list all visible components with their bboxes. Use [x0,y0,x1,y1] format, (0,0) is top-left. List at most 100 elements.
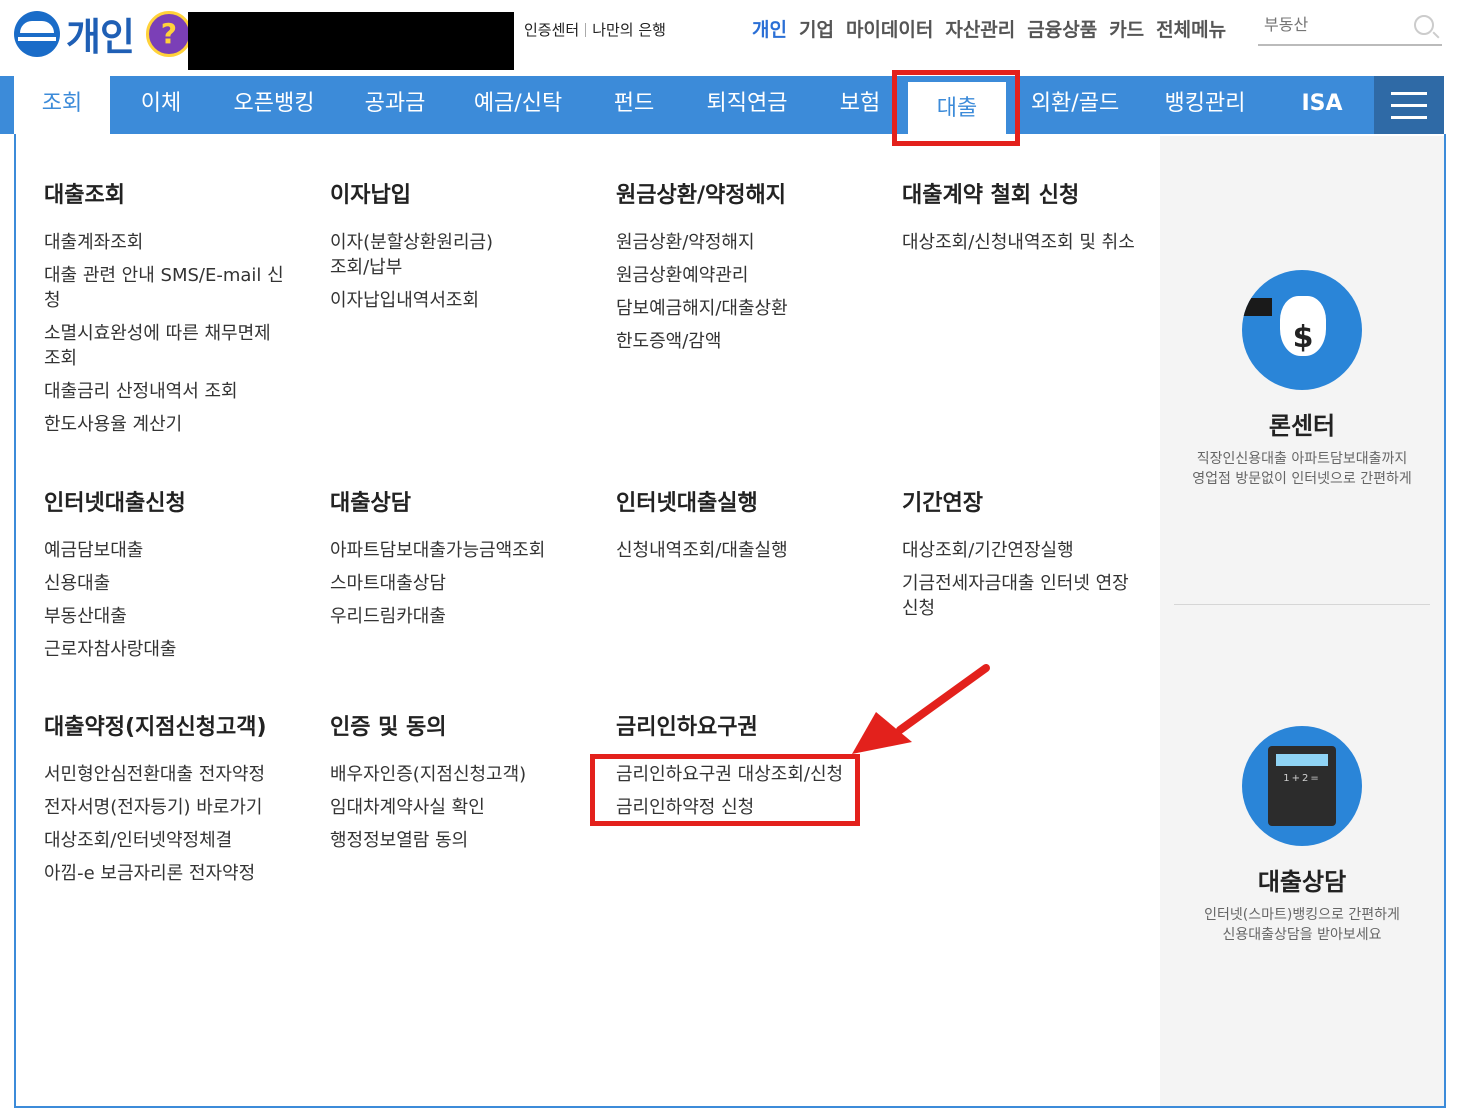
top-nav-products[interactable]: 금융상품 [1027,15,1097,42]
menu-item[interactable]: 원금상환/약정해지 [616,230,856,255]
tab-utilities[interactable]: 공과금 [350,76,440,134]
group-title: 대출상담 [330,491,411,516]
menu-item[interactable]: 행정정보열람 동의 [330,828,590,853]
menu-item[interactable]: 이자납입내역서조회 [330,288,570,313]
group-auth-consent: 인증 및 동의 배우자인증(지점신청고객) 임대차계약사실 확인 행정정보열람 … [330,714,590,861]
top-nav-personal[interactable]: 개인 [752,15,787,42]
top-nav-business[interactable]: 기업 [799,15,834,42]
promo-desc-line: 인터넷(스마트)뱅킹으로 간편하게 [1204,907,1400,923]
top-nav-card[interactable]: 카드 [1109,15,1144,42]
group-title: 인터넷대출신청 [44,491,186,516]
menu-item[interactable]: 대출금리 산정내역서 조회 [44,379,284,404]
group-title: 원금상환/약정해지 [616,183,786,208]
promo-desc-line: 영업점 방문없이 인터넷으로 간편하게 [1192,471,1412,487]
promo-loan-consult[interactable]: 1+2= 대출상담 인터넷(스마트)뱅킹으로 간편하게 신용대출상담을 받아보세… [1160,726,1444,945]
group-contract-withdrawal: 대출계약 철회 신청 대상조회/신청내역조회 및 취소 [902,182,1142,263]
util-link-my-bank[interactable]: 나만의 은행 [592,19,666,40]
group-internet-loan-apply: 인터넷대출신청 예금담보대출 신용대출 부동산대출 근로자참사랑대출 [44,490,284,670]
tab-open-banking[interactable]: 오픈뱅킹 [216,76,332,134]
site-header: 개인 ? 인증센터 나만의 은행 개인 기업 마이데이터 자산관리 금융상품 카… [0,0,1460,76]
menu-item[interactable]: 배우자인증(지점신청고객) [330,762,590,787]
group-interest-payment: 이자납입 이자(분할상환원리금) 조회/납부 이자납입내역서조회 [330,182,570,321]
menu-item[interactable]: 담보예금해지/대출상환 [616,296,856,321]
promo-desc: 직장인신용대출 아파트담보대출까지 영업점 방문없이 인터넷으로 간편하게 [1160,449,1444,489]
search-icon[interactable] [1414,15,1434,35]
menu-item[interactable]: 한도사용율 계산기 [44,412,284,437]
hamburger-menu-button[interactable] [1374,76,1444,134]
group-loan-inquiry: 대출조회 대출계좌조회 대출 관련 안내 SMS/E-mail 신청 소멸시효완… [44,182,284,445]
highlight-box-rate-cut-item [590,754,860,826]
menu-item[interactable]: 소멸시효완성에 따른 채무면제 조회 [44,321,284,371]
tab-transfer[interactable]: 이체 [118,76,204,134]
menu-item[interactable]: 신용대출 [44,571,284,596]
tab-insurance[interactable]: 보험 [822,76,898,134]
group-internet-loan-exec: 인터넷대출실행 신청내역조회/대출실행 [616,490,856,571]
group-title: 대출약정(지점신청고객) [44,715,267,740]
menu-item[interactable]: 아낌-e 보금자리론 전자약정 [44,861,304,886]
group-term-extension: 기간연장 대상조회/기간연장실행 기금전세자금대출 인터넷 연장신청 [902,490,1142,629]
menu-item[interactable]: 한도증액/감액 [616,329,856,354]
search-input[interactable] [1258,10,1410,39]
hand-graphic [1242,298,1272,316]
menu-item[interactable]: 서민형안심전환대출 전자약정 [44,762,304,787]
menu-item[interactable]: 예금담보대출 [44,538,284,563]
highlight-box-loan-tab [892,70,1020,146]
promo-desc: 인터넷(스마트)뱅킹으로 간편하게 신용대출상담을 받아보세요 [1160,905,1444,945]
tab-pension[interactable]: 퇴직연금 [692,76,802,134]
promo-desc-line: 신용대출상담을 받아보세요 [1222,927,1382,943]
group-title: 기간연장 [902,491,983,516]
brand[interactable]: 개인 ? [14,6,192,61]
tab-inquiry[interactable]: 조회 [14,76,110,134]
dollar-sign: $ [1292,320,1314,355]
group-loan-agreement: 대출약정(지점신청고객) 서민형안심전환대출 전자약정 전자서명(전자등기) 바… [44,714,304,894]
menu-item[interactable]: 부동산대출 [44,604,284,629]
hamburger-icon [1391,92,1427,95]
menu-item[interactable]: 우리드림카대출 [330,604,600,629]
menu-item[interactable]: 기금전세자금대출 인터넷 연장신청 [902,571,1142,621]
group-loan-consult: 대출상담 아파트담보대출가능금액조회 스마트대출상담 우리드림카대출 [330,490,600,637]
menu-item[interactable]: 전자서명(전자등기) 바로가기 [44,795,304,820]
menu-item[interactable]: 근로자참사랑대출 [44,637,284,662]
menu-item[interactable]: 대상조회/인터넷약정체결 [44,828,304,853]
util-link-cert-center[interactable]: 인증센터 [524,19,579,40]
menu-item[interactable]: 아파트담보대출가능금액조회 [330,538,600,563]
divider [585,22,587,37]
redacted-area [188,12,514,70]
menu-item[interactable]: 대출계좌조회 [44,230,284,255]
group-title: 인터넷대출실행 [616,491,758,516]
menu-item[interactable]: 신청내역조회/대출실행 [616,538,856,563]
menu-item[interactable]: 임대차계약사실 확인 [330,795,590,820]
top-nav-asset[interactable]: 자산관리 [945,15,1015,42]
calculator-keys: 1+2= [1283,773,1321,784]
menu-item[interactable]: 대상조회/기간연장실행 [902,538,1142,563]
promo-desc-line: 직장인신용대출 아파트담보대출까지 [1196,451,1408,467]
menu-item[interactable]: 원금상환예약관리 [616,263,856,288]
top-nav: 개인 기업 마이데이터 자산관리 금융상품 카드 전체메뉴 [752,15,1226,42]
menu-item[interactable]: 대출 관련 안내 SMS/E-mail 신청 [44,263,284,313]
promo-loan-center[interactable]: $ 론센터 직장인신용대출 아파트담보대출까지 영업점 방문없이 인터넷으로 간… [1160,270,1444,489]
main-menu-bar: 조회 이체 오픈뱅킹 공과금 예금/신탁 펀드 퇴직연금 보험 대출 외환/골드… [0,76,1444,134]
tab-deposit[interactable]: 예금/신탁 [460,76,576,134]
sidebar-divider [1174,604,1430,605]
calculator-icon: 1+2= [1242,726,1362,846]
bank-logo-icon [14,10,60,57]
help-icon[interactable]: ? [145,10,192,57]
tab-isa[interactable]: ISA [1280,76,1364,134]
group-principal-repayment: 원금상환/약정해지 원금상환/약정해지 원금상환예약관리 담보예금해지/대출상환… [616,182,856,362]
group-title: 인증 및 동의 [330,715,447,740]
menu-item[interactable]: 스마트대출상담 [330,571,600,596]
menu-item[interactable]: 이자(분할상환원리금) 조회/납부 [330,230,510,280]
hamburger-icon-line [1391,104,1427,107]
group-title: 금리인하요구권 [616,715,758,740]
tab-fund[interactable]: 펀드 [596,76,672,134]
tab-forex-gold[interactable]: 외환/골드 [1020,76,1130,134]
search-box [1258,10,1442,46]
group-title: 이자납입 [330,183,411,208]
tab-banking-mgmt[interactable]: 뱅킹관리 [1150,76,1260,134]
money-bag-icon: $ [1242,270,1362,390]
menu-item[interactable]: 대상조회/신청내역조회 및 취소 [902,230,1142,255]
hamburger-icon-line [1391,116,1427,119]
top-nav-all-menu[interactable]: 전체메뉴 [1156,15,1226,42]
promo-title: 대출상담 [1257,868,1347,896]
top-nav-mydata[interactable]: 마이데이터 [846,15,933,42]
